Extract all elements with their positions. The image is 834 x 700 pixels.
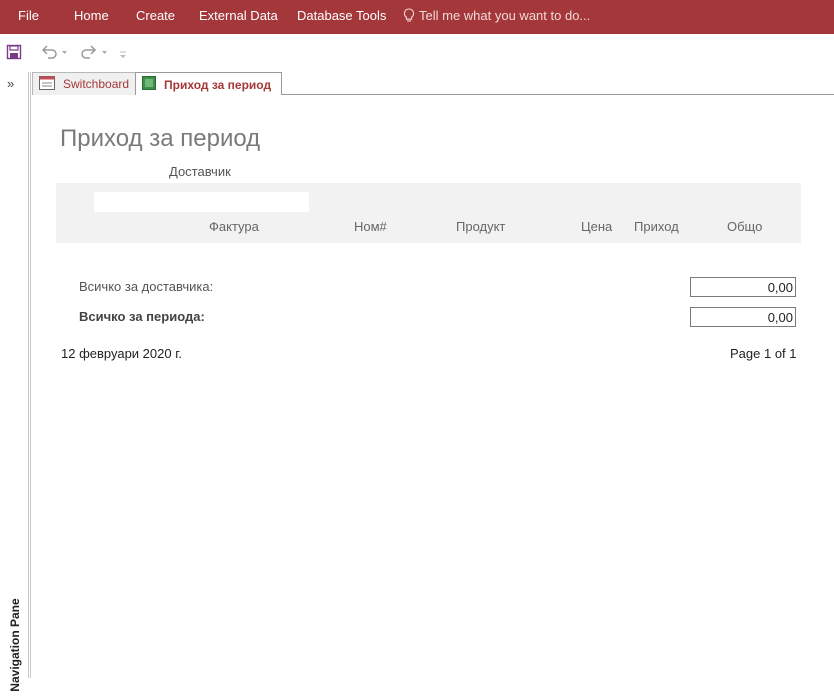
supplier-total-value: 0,00	[690, 277, 796, 297]
navigation-pane[interactable]: » Navigation Pane	[0, 72, 29, 692]
column-product: Продукт	[456, 219, 506, 234]
redo-icon[interactable]	[80, 43, 110, 61]
supplier-label: Доставчик	[169, 164, 231, 179]
expand-nav-icon[interactable]: »	[7, 76, 14, 91]
tab-switchboard-label: Switchboard	[63, 77, 130, 91]
tab-file[interactable]: File	[18, 8, 39, 23]
column-invoice: Фактура	[209, 219, 259, 234]
report-icon	[142, 76, 156, 93]
customize-icon[interactable]	[118, 43, 128, 61]
quick-access-toolbar	[0, 34, 834, 70]
period-total-label: Всичко за периода:	[79, 309, 205, 324]
supplier-value-box	[94, 192, 309, 212]
undo-icon[interactable]	[40, 43, 68, 61]
report-date: 12 февруари 2020 г.	[61, 346, 182, 361]
tab-external-data[interactable]: External Data	[199, 8, 278, 23]
supplier-total-label: Всичко за доставчика:	[79, 279, 214, 294]
lightbulb-icon	[403, 8, 415, 22]
save-icon[interactable]	[6, 43, 22, 61]
report-header-band: Фактура Ном# Продукт Цена Приход Общо	[56, 183, 801, 243]
period-total-value: 0,00	[690, 307, 796, 327]
divider	[30, 72, 31, 678]
report-view: Приход за период Доставчик Фактура Ном# …	[32, 95, 834, 678]
form-icon	[39, 75, 55, 93]
navigation-pane-label: Navigation Pane	[8, 598, 22, 692]
page-number: Page 1 of 1	[730, 346, 797, 361]
tab-switchboard[interactable]: Switchboard	[32, 72, 139, 95]
column-income: Приход	[634, 219, 679, 234]
tab-create[interactable]: Create	[136, 8, 175, 23]
tell-me-text: Tell me what you want to do...	[419, 8, 591, 23]
column-total: Общо	[727, 219, 763, 234]
column-price: Цена	[581, 219, 613, 234]
tab-report-label: Приход за период	[164, 77, 272, 92]
report-title: Приход за период	[60, 125, 261, 152]
tell-me-box[interactable]: Tell me what you want to do...	[403, 8, 590, 23]
tab-home[interactable]: Home	[74, 8, 109, 23]
column-number: Ном#	[354, 219, 387, 234]
ribbon-tab-bar: File Home Create External Data Database …	[0, 0, 834, 34]
document-tabs: Switchboard Приход за период	[32, 72, 834, 96]
tab-report-active[interactable]: Приход за период	[135, 72, 283, 96]
tab-database-tools[interactable]: Database Tools	[297, 8, 386, 23]
